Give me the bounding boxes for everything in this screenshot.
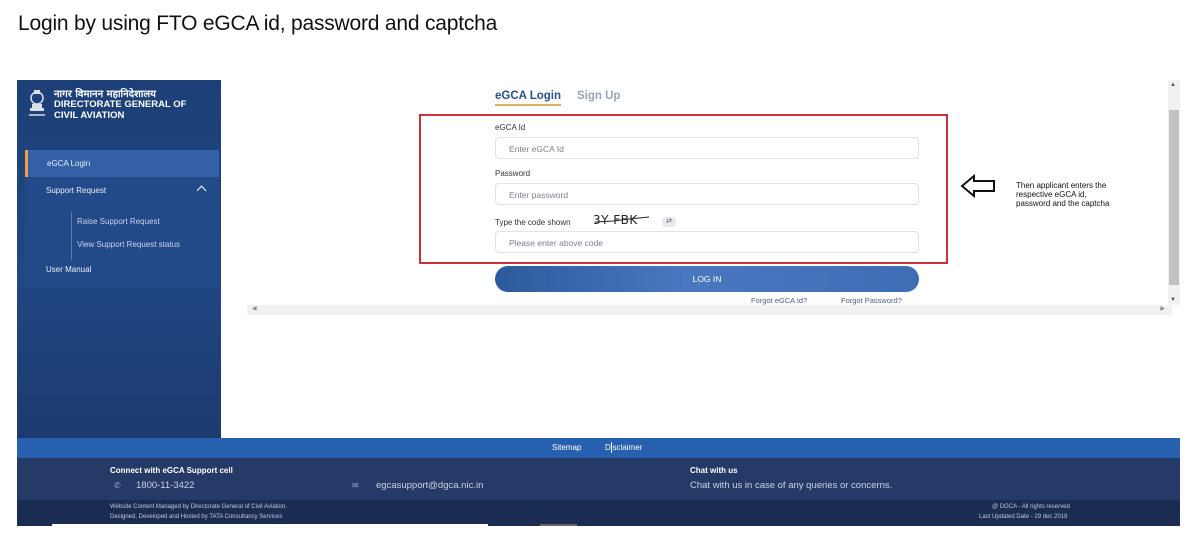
sidebar-item-user-manual[interactable]: User Manual: [25, 265, 219, 281]
slide-title: Login by using FTO eGCA id, password and…: [18, 12, 498, 35]
annotation-note: Then applicant enters the respective eGC…: [1016, 181, 1110, 208]
forgot-password-link[interactable]: Forgot Password?: [841, 296, 902, 305]
national-emblem-icon: [29, 90, 45, 116]
sidebar-item-label: View Support Request status: [77, 240, 181, 249]
login-button[interactable]: LOG IN: [495, 266, 919, 292]
sidebar: नागर विमानन महानिदेशालय DIRECTORATE GENE…: [17, 80, 221, 438]
last-updated-text: Last Updated Date - 29 dec 2019: [979, 514, 1068, 520]
sitemap-link[interactable]: Sitemap: [552, 443, 581, 452]
scroll-left-icon[interactable]: ◀: [252, 305, 257, 312]
login-button-label: LOG IN: [692, 274, 722, 284]
support-heading: Connect with eGCA Support cell: [110, 466, 233, 475]
vertical-scrollbar[interactable]: ▲ ▼: [1168, 80, 1180, 305]
scroll-right-icon[interactable]: ▶: [1160, 305, 1165, 312]
egca-id-label: eGCA Id: [495, 123, 526, 132]
tab-egca-login[interactable]: eGCA Login: [495, 90, 562, 106]
sidebar-item-view-support-status[interactable]: View Support Request status: [25, 240, 219, 254]
bottom-edge-marker: [540, 524, 577, 526]
tab-sign-up[interactable]: Sign Up: [577, 90, 620, 102]
scroll-up-icon[interactable]: ▲: [1170, 82, 1176, 88]
hosted-by-text: Designed, Developed and Hosted by TATA C…: [110, 514, 283, 520]
phone-icon: ✆: [114, 481, 121, 490]
captcha-label: Type the code shown: [495, 218, 571, 227]
password-input[interactable]: Enter password: [495, 183, 919, 205]
chat-link[interactable]: Chat with us in case of any queries or c…: [690, 480, 892, 491]
managed-by-text: Website Content Managed by Directorate G…: [110, 504, 287, 510]
support-email[interactable]: egcasupport@dgca.nic.in: [376, 480, 483, 491]
left-arrow-icon: [960, 174, 995, 198]
footer-links-bar: Sitemap Disclaimer: [17, 438, 1180, 458]
sidebar-nav: eGCA Login Support Request Raise Support…: [25, 150, 219, 288]
scrollbar-thumb[interactable]: [1169, 110, 1179, 285]
footer-contact: Connect with eGCA Support cell ✆ 1800-11…: [17, 458, 1180, 500]
brand-line-2: CIVIL AVIATION: [54, 110, 125, 121]
sidebar-item-label: Raise Support Request: [77, 217, 160, 226]
scroll-down-icon[interactable]: ▼: [1170, 297, 1176, 303]
sidebar-item-egca-login[interactable]: eGCA Login: [25, 150, 219, 177]
captcha-placeholder: Please enter above code: [509, 238, 604, 248]
footer-legal: Website Content Managed by Directorate G…: [17, 500, 1180, 526]
chevron-up-icon: [196, 185, 207, 196]
refresh-captcha-icon[interactable]: ⇄: [662, 217, 676, 227]
brand-header[interactable]: नागर विमानन महानिदेशालय DIRECTORATE GENE…: [17, 80, 221, 130]
brand-hindi-name: नागर विमानन महानिदेशालय: [54, 89, 156, 100]
password-label: Password: [495, 169, 531, 178]
sidebar-item-support-request[interactable]: Support Request: [25, 184, 219, 204]
horizontal-scrollbar[interactable]: ◀ ▶: [247, 305, 1172, 315]
password-placeholder: Enter password: [509, 190, 569, 200]
sidebar-item-label: User Manual: [46, 265, 92, 274]
rights-text: @ DGCA - All rights reserved: [992, 504, 1070, 510]
captcha-input[interactable]: Please enter above code: [495, 231, 919, 253]
brand-line-1: DIRECTORATE GENERAL OF: [54, 99, 187, 110]
captcha-noise-line: [594, 216, 650, 223]
disclaimer-link[interactable]: Disclaimer: [605, 443, 642, 452]
sidebar-item-label: Support Request: [46, 186, 107, 195]
bottom-edge-line: [52, 524, 488, 526]
brand-english-name: DIRECTORATE GENERAL OF CIVIL AVIATION: [54, 99, 186, 121]
chat-heading: Chat with us: [690, 466, 738, 475]
sidebar-item-label: eGCA Login: [47, 159, 91, 168]
forgot-egca-id-link[interactable]: Forgot eGCA Id?: [751, 296, 807, 305]
sidebar-item-raise-support-request[interactable]: Raise Support Request: [25, 217, 219, 231]
support-phone[interactable]: 1800-11-3422: [136, 480, 194, 491]
mail-icon: ✉: [352, 481, 359, 490]
egca-id-placeholder: Enter eGCA Id: [509, 144, 564, 154]
egca-id-input[interactable]: Enter eGCA Id: [495, 137, 919, 159]
